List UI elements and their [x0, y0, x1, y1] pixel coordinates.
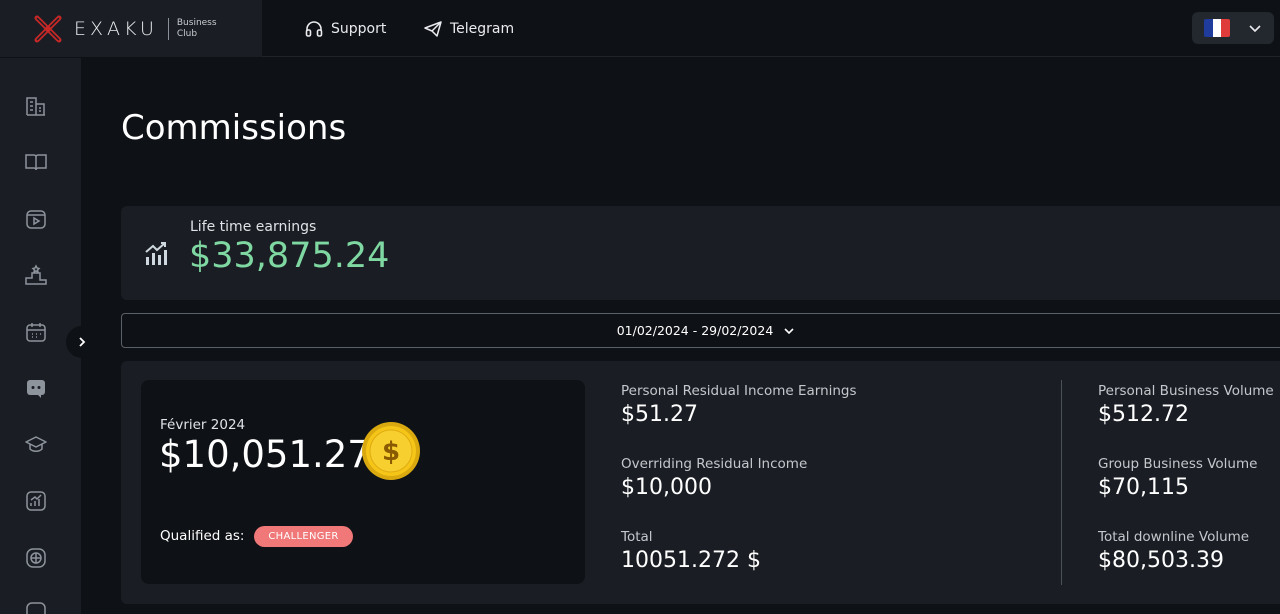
- group-volume-value: $70,115: [1098, 475, 1189, 500]
- stats-divider: [1061, 380, 1062, 585]
- top-bar: EXAKU Business Club Support Telegram: [0, 0, 1280, 57]
- group-volume-label: Group Business Volume: [1098, 456, 1258, 472]
- france-flag-icon: [1204, 19, 1230, 37]
- brand-logo[interactable]: EXAKU Business Club: [0, 0, 262, 57]
- month-value: $10,051.27: [159, 433, 371, 476]
- more-icon[interactable]: [24, 600, 48, 614]
- page-title: Commissions: [121, 108, 347, 148]
- dollar-coin-icon: $: [362, 422, 420, 480]
- graduation-cap-icon[interactable]: [24, 433, 48, 457]
- rank-badge: CHALLENGER: [254, 526, 353, 547]
- svg-text:$: $: [382, 437, 400, 467]
- sidebar-expand-button[interactable]: [66, 326, 98, 358]
- support-link[interactable]: Support: [305, 0, 386, 57]
- telegram-link[interactable]: Telegram: [424, 0, 514, 57]
- month-label: Février 2024: [160, 417, 246, 433]
- support-label: Support: [331, 20, 387, 37]
- brand-divider: [167, 17, 169, 40]
- personal-volume-value: $512.72: [1098, 402, 1189, 427]
- buildings-icon[interactable]: [24, 94, 48, 118]
- overriding-residual-label: Overriding Residual Income: [621, 456, 808, 472]
- downline-volume-label: Total downline Volume: [1098, 529, 1250, 545]
- headphones-icon: [305, 20, 323, 37]
- podium-icon[interactable]: [24, 263, 48, 287]
- telegram-label: Telegram: [450, 20, 515, 37]
- growth-chart-icon: [145, 242, 167, 265]
- chart-icon[interactable]: [24, 489, 48, 513]
- date-range-value: 01/02/2024 - 29/02/2024: [616, 323, 774, 338]
- lifetime-earnings-label: Life time earnings: [190, 219, 317, 235]
- brand-sub-line1: Business: [176, 17, 217, 28]
- globe-icon[interactable]: [24, 546, 48, 570]
- personal-residual-label: Personal Residual Income Earnings: [621, 383, 857, 399]
- video-icon[interactable]: [24, 207, 48, 231]
- month-summary-card: Février 2024 $10,051.27 $ Qualified as: …: [141, 380, 585, 584]
- personal-residual-value: $51.27: [621, 402, 698, 427]
- discord-icon[interactable]: [24, 376, 48, 400]
- chevron-right-icon: [79, 337, 86, 347]
- telegram-icon: [424, 20, 442, 37]
- chevron-down-icon: [784, 327, 794, 334]
- chevron-down-icon: [1249, 25, 1261, 33]
- downline-volume-value: $80,503.39: [1098, 548, 1224, 573]
- commission-stats-panel: Février 2024 $10,051.27 $ Qualified as: …: [121, 361, 1280, 604]
- book-icon[interactable]: [24, 150, 48, 174]
- overriding-residual-value: $10,000: [621, 475, 712, 500]
- date-range-picker[interactable]: 01/02/2024 - 29/02/2024: [121, 313, 1280, 348]
- lifetime-earnings-card: Life time earnings $33,875.24: [121, 206, 1280, 300]
- brand-sub-line2: Club: [176, 28, 198, 39]
- lifetime-earnings-value: $33,875.24: [189, 236, 390, 276]
- language-select[interactable]: [1192, 12, 1274, 44]
- calendar-icon[interactable]: [24, 320, 48, 344]
- total-label: Total: [621, 529, 653, 545]
- personal-volume-label: Personal Business Volume: [1098, 383, 1274, 399]
- total-value: 10051.272 $: [621, 548, 761, 573]
- qualified-label: Qualified as:: [160, 528, 245, 544]
- exaku-logo-icon: [34, 15, 62, 43]
- brand-subtitle: Business Club: [177, 18, 217, 40]
- brand-name: EXAKU: [74, 17, 158, 40]
